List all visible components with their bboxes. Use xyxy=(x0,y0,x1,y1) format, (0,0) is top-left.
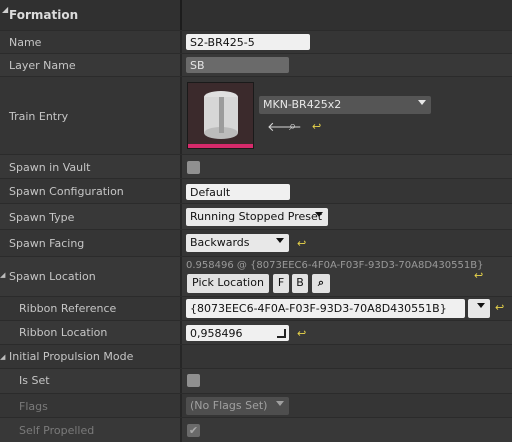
column-divider xyxy=(180,204,182,230)
column-divider xyxy=(180,230,182,257)
pick-location-button[interactable]: Pick Location xyxy=(187,274,269,293)
row-layer-name: Layer Name SB xyxy=(0,53,512,77)
ribbon-location-value: 0,958496 xyxy=(190,327,243,340)
is-set-checkbox[interactable] xyxy=(187,374,200,387)
label-spawn-location: Spawn Location xyxy=(9,270,96,283)
row-ribbon-reference: Ribbon Reference {8073EEC6-4F0A-F03F-93D… xyxy=(0,296,512,321)
row-self-propelled: Self Propelled ✔ xyxy=(0,417,512,442)
self-propelled-checkbox[interactable]: ✔ xyxy=(187,424,200,437)
header-corner xyxy=(482,0,512,30)
chevron-down-icon xyxy=(276,401,284,406)
column-divider xyxy=(180,155,182,179)
label-spawn-in-vault: Spawn in Vault xyxy=(9,161,91,174)
magnifier-icon[interactable]: ⌕ xyxy=(312,274,330,293)
spawn-type-combo[interactable]: Running Stopped Preset xyxy=(186,208,328,226)
asset-type-bar xyxy=(188,144,253,148)
section-title: Formation xyxy=(9,8,79,22)
row-spawn-facing: Spawn Facing Backwards ↩ xyxy=(0,229,512,257)
label-ribbon-reference: Ribbon Reference xyxy=(19,302,117,315)
column-divider xyxy=(180,345,182,369)
reset-arrow-icon[interactable]: ↩ xyxy=(312,120,321,133)
drag-handle-icon[interactable] xyxy=(277,329,286,338)
row-name: Name S2-BR425-5 xyxy=(0,30,512,54)
front-button[interactable]: F xyxy=(273,274,289,293)
label-is-set: Is Set xyxy=(19,374,50,387)
column-divider xyxy=(180,257,182,297)
spawn-facing-value: Backwards xyxy=(190,236,250,249)
name-field[interactable]: S2-BR425-5 xyxy=(186,34,310,50)
label-spawn-configuration: Spawn Configuration xyxy=(9,185,124,198)
column-divider xyxy=(180,394,182,418)
spawn-type-value: Running Stopped Preset xyxy=(190,210,323,223)
row-spawn-location: ◢ Spawn Location 0.958496 @ {8073EEC6-4F… xyxy=(0,256,512,297)
ribbon-location-spinner[interactable]: 0,958496 xyxy=(186,325,289,341)
column-divider xyxy=(180,418,182,442)
column-divider xyxy=(180,321,182,345)
column-divider xyxy=(180,297,182,321)
label-name: Name xyxy=(9,36,42,49)
spawn-facing-combo[interactable]: Backwards xyxy=(186,234,289,252)
spawn-configuration-field[interactable]: Default xyxy=(186,184,290,200)
section-header-formation[interactable]: ◢ Formation xyxy=(0,0,512,31)
row-spawn-configuration: Spawn Configuration Default xyxy=(0,178,512,204)
label-flags: Flags xyxy=(19,400,48,413)
reset-arrow-icon[interactable]: ↩ xyxy=(297,237,306,250)
chevron-down-icon xyxy=(418,100,426,105)
train-asset-icon xyxy=(188,83,253,148)
flags-value: (No Flags Set) xyxy=(190,399,268,412)
column-divider xyxy=(180,31,182,54)
label-train-entry: Train Entry xyxy=(9,110,69,123)
train-entry-value: MKN-BR425x2 xyxy=(263,98,342,111)
spawn-in-vault-checkbox[interactable] xyxy=(187,161,200,174)
row-ribbon-location: Ribbon Location 0,958496 ↩ xyxy=(0,320,512,345)
reset-arrow-icon[interactable]: ↩ xyxy=(297,327,306,340)
collapse-triangle-icon[interactable]: ◢ xyxy=(2,5,8,14)
train-entry-combo[interactable]: MKN-BR425x2 xyxy=(259,96,431,114)
label-layer-name: Layer Name xyxy=(9,59,76,72)
reset-arrow-icon[interactable]: ↩ xyxy=(495,301,504,314)
row-initial-propulsion-mode: ◢ Initial Propulsion Mode xyxy=(0,344,512,369)
column-divider xyxy=(180,77,182,155)
collapse-triangle-icon[interactable]: ◢ xyxy=(0,271,5,279)
row-is-set: Is Set xyxy=(0,368,512,394)
row-train-entry: Train Entry xyxy=(0,76,512,155)
ribbon-reference-field[interactable]: {8073EEC6-4F0A-F03F-93D3-70A8D430551B} xyxy=(186,299,465,318)
column-divider xyxy=(180,369,182,394)
chevron-down-icon xyxy=(315,212,323,217)
reset-arrow-icon[interactable]: ↩ xyxy=(474,269,483,282)
chevron-down-icon xyxy=(477,303,485,308)
label-self-propelled: Self Propelled xyxy=(19,424,95,437)
layer-name-field[interactable]: SB xyxy=(186,57,289,73)
chevron-down-icon xyxy=(276,238,284,243)
column-divider xyxy=(180,54,182,77)
label-ribbon-location: Ribbon Location xyxy=(19,326,108,339)
row-spawn-in-vault: Spawn in Vault xyxy=(0,154,512,179)
back-button[interactable]: B xyxy=(292,274,308,293)
flags-combo[interactable]: (No Flags Set) xyxy=(186,397,289,415)
magnifier-icon[interactable]: ⌕ xyxy=(289,119,296,134)
label-spawn-type: Spawn Type xyxy=(9,211,75,224)
column-divider xyxy=(180,179,182,204)
label-initial-propulsion-mode: Initial Propulsion Mode xyxy=(9,350,134,363)
arrow-left-icon[interactable]: 🡐 xyxy=(267,119,302,135)
label-spawn-facing: Spawn Facing xyxy=(9,237,85,250)
spawn-location-summary: 0.958496 @ {8073EEC6-4F0A-F03F-93D3-70A8… xyxy=(186,260,484,271)
asset-thumbnail[interactable] xyxy=(187,82,254,149)
row-spawn-type: Spawn Type Running Stopped Preset xyxy=(0,203,512,230)
collapse-triangle-icon[interactable]: ◢ xyxy=(0,353,5,361)
row-flags: Flags (No Flags Set) xyxy=(0,393,512,418)
ribbon-reference-dropdown[interactable] xyxy=(468,299,490,318)
column-divider[interactable] xyxy=(180,0,182,30)
